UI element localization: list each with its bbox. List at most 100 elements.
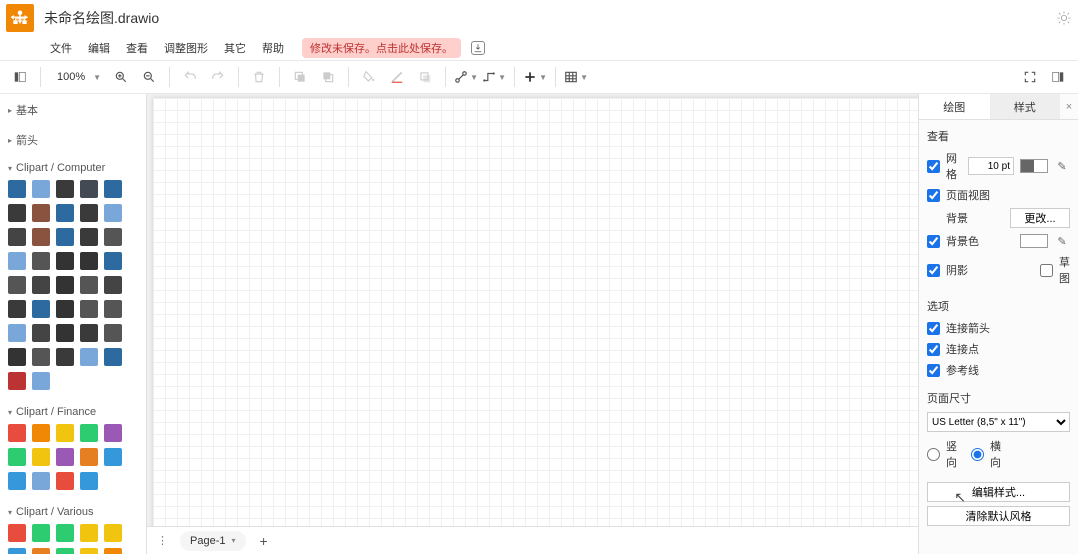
clipart-shape[interactable] [104,348,122,366]
bgcolor-edit-icon[interactable]: ✎ [1054,233,1070,249]
menu-file[interactable]: 文件 [44,38,78,58]
zoom-in-icon[interactable] [109,65,133,89]
clipart-shape[interactable] [32,276,50,294]
clipart-shape[interactable] [32,348,50,366]
page-size-select[interactable]: US Letter (8,5" x 11") [927,412,1070,432]
theme-icon[interactable] [1056,10,1072,26]
guides-checkbox[interactable] [927,364,940,377]
clipart-shape[interactable] [32,424,50,442]
clipart-shape[interactable] [8,276,26,294]
clipart-shape[interactable] [104,276,122,294]
clipart-shape[interactable] [56,180,74,198]
clipart-shape[interactable] [56,300,74,318]
clipart-shape[interactable] [80,180,98,198]
clipart-shape[interactable] [56,276,74,294]
shadow-toggle-icon[interactable] [413,65,437,89]
grid-size-input[interactable] [968,157,1014,175]
clipart-shape[interactable] [8,424,26,442]
landscape-radio[interactable] [971,448,984,461]
clipart-shape[interactable] [32,324,50,342]
menu-view[interactable]: 查看 [120,38,154,58]
clipart-shape[interactable] [8,524,26,542]
format-panel-icon[interactable] [1046,65,1070,89]
clipart-shape[interactable] [80,424,98,442]
sidebar-cat-finance[interactable]: ▾Clipart / Finance [6,402,144,422]
menu-arrange[interactable]: 调整图形 [158,38,214,58]
bgcolor-checkbox[interactable] [927,235,940,248]
clipart-shape[interactable] [56,524,74,542]
sidebar-cat-basic[interactable]: ▸基本 [6,98,144,122]
fill-color-icon[interactable] [357,65,381,89]
clipart-shape[interactable] [80,548,98,554]
clipart-shape[interactable] [104,204,122,222]
clipart-shape[interactable] [104,324,122,342]
clipart-shape[interactable] [8,372,26,390]
menu-help[interactable]: 帮助 [256,38,290,58]
clipart-shape[interactable] [80,324,98,342]
table-icon[interactable]: ▼ [564,65,588,89]
toggle-sidebar-icon[interactable] [8,65,32,89]
close-panel-icon[interactable]: × [1060,94,1078,119]
unsaved-banner[interactable]: 修改未保存。点击此处保存。 [302,38,461,58]
to-back-icon[interactable] [316,65,340,89]
clipart-shape[interactable] [104,448,122,466]
clipart-shape[interactable] [80,472,98,490]
clipart-shape[interactable] [8,348,26,366]
clipart-shape[interactable] [32,300,50,318]
clipart-shape[interactable] [8,548,26,554]
canvas-scroll[interactable] [147,94,918,526]
clipart-shape[interactable] [32,252,50,270]
clipart-shape[interactable] [56,252,74,270]
zoom-out-icon[interactable] [137,65,161,89]
page-tab-1[interactable]: Page-1▾ [180,531,246,551]
clipart-shape[interactable] [56,548,74,554]
clipart-shape[interactable] [8,448,26,466]
drawing-page[interactable] [153,98,918,526]
conn-arrows-checkbox[interactable] [927,322,940,335]
insert-icon[interactable]: ▼ [523,65,547,89]
clipart-shape[interactable] [32,204,50,222]
clear-style-button[interactable]: 清除默认风格 [927,506,1070,526]
clipart-shape[interactable] [8,324,26,342]
clipart-shape[interactable] [8,472,26,490]
delete-icon[interactable] [247,65,271,89]
fullscreen-icon[interactable] [1018,65,1042,89]
clipart-shape[interactable] [8,252,26,270]
grid-color-swatch[interactable] [1020,159,1048,173]
clipart-shape[interactable] [56,448,74,466]
clipart-shape[interactable] [32,372,50,390]
clipart-shape[interactable] [8,300,26,318]
menu-edit[interactable]: 编辑 [82,38,116,58]
download-icon[interactable] [471,41,485,55]
shadow-checkbox[interactable] [927,264,940,277]
clipart-shape[interactable] [8,228,26,246]
conn-points-checkbox[interactable] [927,343,940,356]
menu-extras[interactable]: 其它 [218,38,252,58]
pageview-checkbox[interactable] [927,189,940,202]
undo-icon[interactable] [178,65,202,89]
clipart-shape[interactable] [80,348,98,366]
clipart-shape[interactable] [80,252,98,270]
bgcolor-swatch[interactable] [1020,234,1048,248]
clipart-shape[interactable] [104,180,122,198]
clipart-shape[interactable] [104,228,122,246]
pages-menu-icon[interactable]: ⋮ [153,534,172,547]
clipart-shape[interactable] [8,204,26,222]
tab-style[interactable]: 样式 [990,94,1061,119]
clipart-shape[interactable] [104,548,122,554]
connection-icon[interactable]: ▼ [454,65,478,89]
clipart-shape[interactable] [80,448,98,466]
edit-style-button[interactable]: 编辑样式... [927,482,1070,502]
clipart-shape[interactable] [32,448,50,466]
tab-diagram[interactable]: 绘图 [919,94,990,119]
clipart-shape[interactable] [104,300,122,318]
change-bg-button[interactable]: 更改... [1010,208,1070,228]
add-page-button[interactable]: + [254,533,274,549]
clipart-shape[interactable] [104,424,122,442]
clipart-shape[interactable] [104,524,122,542]
sidebar-cat-computer[interactable]: ▾Clipart / Computer [6,158,144,178]
clipart-shape[interactable] [32,228,50,246]
grid-checkbox[interactable] [927,160,940,173]
clipart-shape[interactable] [104,252,122,270]
clipart-shape[interactable] [80,228,98,246]
